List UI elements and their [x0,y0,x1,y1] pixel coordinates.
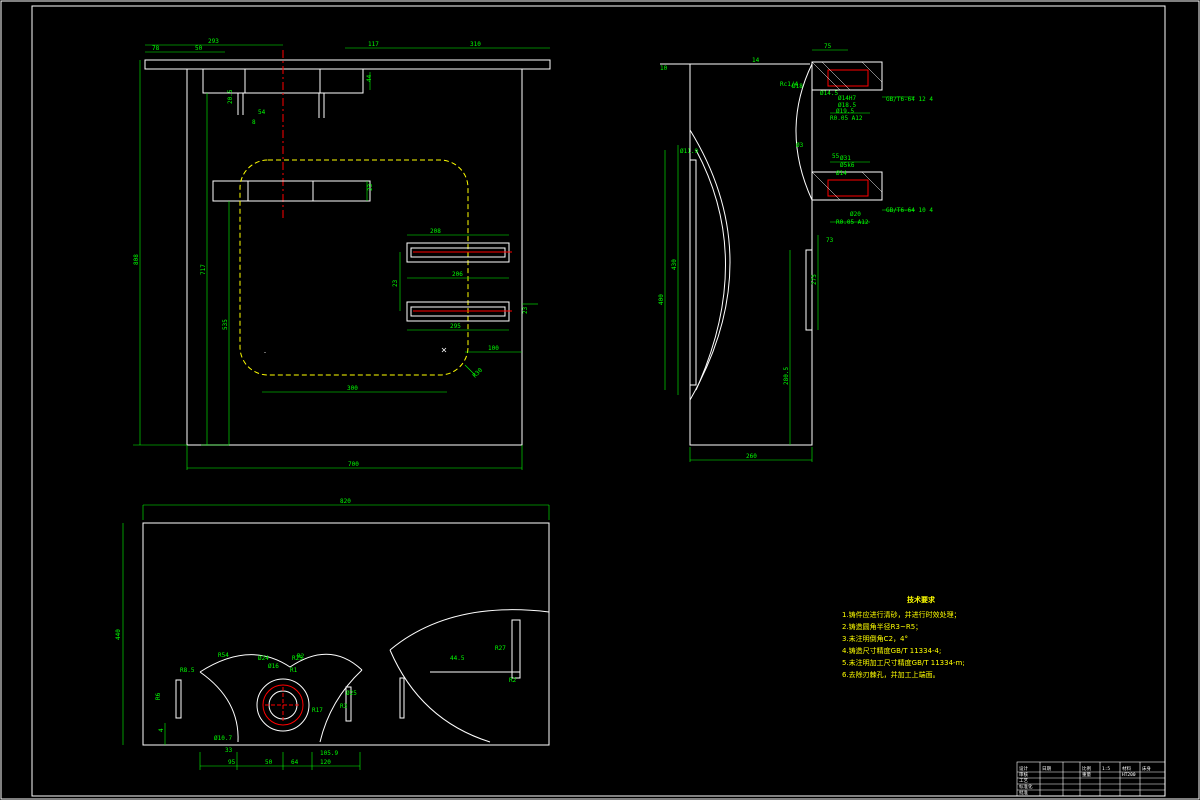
dimension-label: 400 [658,294,665,305]
inner-border [31,5,1166,797]
dimension-label: 33 [225,747,233,754]
dimension-label: R0.05 A12 [830,115,863,122]
dimension-label: 310 [470,41,481,48]
bottom-view [122,504,550,770]
dimension-label: R27 [495,645,506,652]
dimension-label: 54 [258,109,266,116]
dimension-label: R2 [509,677,517,684]
tech-req-item: 2.铸造圆角半径R3~R5； [842,622,922,631]
dimension-label: 14 [752,57,760,64]
dimension-label: 295 [450,323,461,330]
tech-req-item: 6.去除刃棘孔，并加工上端面。 [842,670,940,679]
title-block-cell: 比例 [1082,765,1091,772]
outer-border [0,0,1200,800]
front-view-dimensions: 293 78 50 117 310 808 717 535 44 20.5 548 208 23 206 2… [133,38,529,468]
title-block-cell: 标准化 [1019,783,1033,790]
dimension-label: 280.5 [783,367,790,385]
side-view-callouts: GB/T6-64 12 4 GB/T6-64 10 4 [886,96,933,214]
dimension-label: 120 [320,759,331,766]
dimension-label: Ø16 [268,663,279,670]
dimension-label: R1 [290,667,298,674]
dimension-label: 50 [265,759,273,766]
title-block-cell: 审核 [1019,771,1028,778]
tech-req-item: 5.未注明加工尺寸精度GB/T 11334-m; [842,658,965,667]
dimension-label: 23 [522,306,529,314]
dimension-label: Ø5k6 [840,162,855,169]
title-block-cell: 1:5 [1102,766,1110,772]
bottom-view-dimensions: 820 440 R54 Ø24Ø16 R1 R2 R8.5 R17 R25 Ø25 R3 Ø10.7 3… [115,498,517,766]
dimension-label: 23 [367,183,374,191]
dimension-label: 44 [366,74,373,82]
dimension-label: Ø3 [796,142,804,149]
dimension-label: R54 [218,652,229,659]
cad-drawing: 29378 50117 3108087175354420.5548208232062… [0,0,1200,800]
dimension-label: 78 [152,45,160,52]
tech-req-item: 4.铸造尺寸精度GB/T 11334-4; [842,646,941,655]
dimension-label: Ø25 [346,690,357,697]
dimension-label: 440 [115,629,122,640]
dimension-label: Ø14 [836,170,847,177]
dimension-label: 73 [826,237,834,244]
title-block-cell: 材料 [1122,765,1131,772]
title-block-cell: HT200 [1122,772,1136,778]
dimension-label: 8 [252,119,256,126]
title-block-cell: 批准 [1019,789,1028,796]
dimension-label: 75 [824,43,832,50]
dimension-label: Ø19.5 [836,108,854,115]
front-view [133,44,551,470]
dimension-label: Ø18 [792,83,803,90]
dimension-label: R3 [340,703,348,710]
dimension-label: R25 [292,655,303,662]
dimension-label: 95 [228,759,236,766]
dimension-label: 117 [368,41,379,48]
dimension-label: 275 [811,274,818,285]
dimension-label: 55 [832,153,840,160]
title-block-cell: 床身 [1142,765,1151,772]
dimension-label: R30 [471,367,484,380]
dimension-label: 100 [488,345,499,352]
dimension-label: 535 [222,319,229,330]
title-block-text: 设计审核工艺标准化批准 日期 比例 1:5 重量 材料HT200 床身 [1019,765,1151,796]
dimension-label: 808 [133,254,140,265]
dimension-label: 44.5 [450,655,465,662]
dimension-label: 717 [200,264,207,275]
dimension-label: 820 [340,498,351,505]
dimension-label: R6 [155,692,162,700]
title-block-cell: 工艺 [1019,778,1028,784]
thread-callout: GB/T6-64 12 4 [886,96,933,103]
dimension-label: Ø14H7 [838,95,856,102]
dimension-label: 208 [430,228,441,235]
dimension-label: R0.05 A12 [836,219,869,226]
dimension-label: 260 [746,453,757,460]
dimension-label: 430 [671,259,678,270]
dimension-label: 105.9 [320,750,338,757]
dimension-label: 700 [348,461,359,468]
dimension-label: 10 [660,65,668,72]
dimension-label: Ø20 [850,211,861,218]
dimension-label: 23 [392,279,399,287]
dimension-label: Ø31 [840,155,851,162]
dimension-label: 4 [158,728,165,732]
dimension-label: 64 [291,759,299,766]
tech-req-item: 1.铸件应进行清砂，并进行时效处理； [842,610,961,619]
dimension-label: Ø24 [258,655,269,662]
dimension-label: R17 [312,707,323,714]
thread-callout: GB/T6-64 10 4 [886,207,933,214]
dimension-label: 50 [195,45,203,52]
title-block-cell: 设计 [1019,765,1028,772]
dimension-label: Ø10.7 [214,735,232,742]
dimension-label: Ø11.9 [680,148,698,155]
dimension-label: 206 [452,271,463,278]
dimension-label: 300 [347,385,358,392]
dimension-label: 293 [208,38,219,45]
side-view [660,49,915,462]
tech-req-title: 技术要求 [907,595,936,604]
dimension-label: Ø14.5 [820,90,838,97]
tech-req-item: 3.未注明倒角C2，4° [842,634,908,643]
technical-requirements: 技术要求 1.铸件应进行清砂，并进行时效处理； 2.铸造圆角半径R3~R5； 3… [842,595,965,679]
title-block-cell: 日期 [1042,766,1051,772]
dimension-label: 20.5 [227,89,234,104]
dimension-label: R8.5 [180,667,195,674]
title-block-cell: 重量 [1082,771,1091,778]
